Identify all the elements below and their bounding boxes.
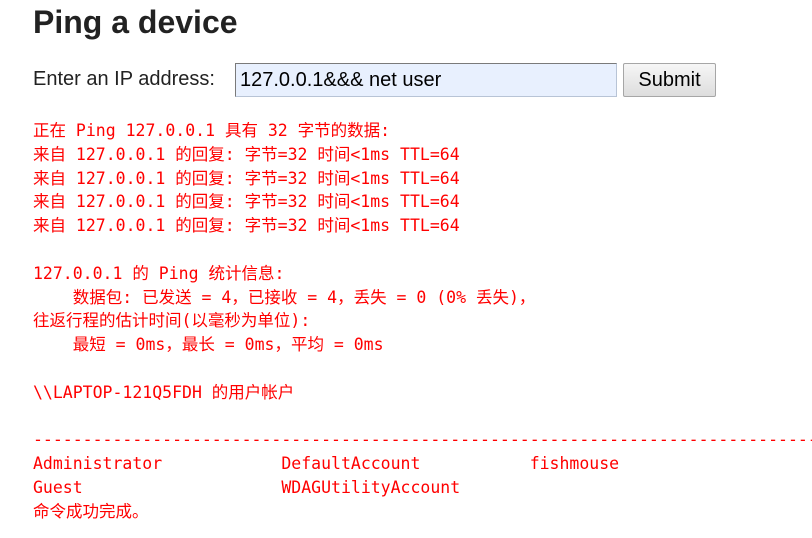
command-output: 正在 Ping 127.0.0.1 具有 32 字节的数据: 来自 127.0.0… <box>33 119 812 524</box>
ip-address-input[interactable] <box>235 63 617 97</box>
ip-address-label: Enter an IP address: <box>33 68 215 90</box>
output-line: 来自 127.0.0.1 的回复: 字节=32 时间<1ms TTL=64 <box>33 168 460 188</box>
output-line: \\LAPTOP-121Q5FDH 的用户帐户 <box>33 382 295 402</box>
output-line: 往返行程的估计时间(以毫秒为单位): <box>33 311 311 331</box>
ping-form: Enter an IP address: Submit <box>33 62 793 98</box>
output-line: 来自 127.0.0.1 的回复: 字节=32 时间<1ms TTL=64 <box>33 144 460 164</box>
output-line: 来自 127.0.0.1 的回复: 字节=32 时间<1ms TTL=64 <box>33 216 460 236</box>
output-line: 数据包: 已发送 = 4，已接收 = 4，丢失 = 0 (0% 丢失)， <box>33 287 536 307</box>
output-line: Guest WDAGUtilityAccount <box>33 477 461 497</box>
output-line: Administrator DefaultAccount fishmouse <box>33 454 620 474</box>
output-line: 来自 127.0.0.1 的回复: 字节=32 时间<1ms TTL=64 <box>33 192 460 212</box>
submit-button[interactable]: Submit <box>623 63 716 97</box>
output-line: 127.0.0.1 的 Ping 统计信息: <box>33 263 285 283</box>
page-title: Ping a device <box>33 4 238 40</box>
output-line: 命令成功完成。 <box>33 501 149 521</box>
output-line: 正在 Ping 127.0.0.1 具有 32 字节的数据: <box>33 121 391 140</box>
output-line: ----------------------------------------… <box>33 430 812 450</box>
output-line: 最短 = 0ms，最长 = 0ms，平均 = 0ms <box>33 335 384 355</box>
